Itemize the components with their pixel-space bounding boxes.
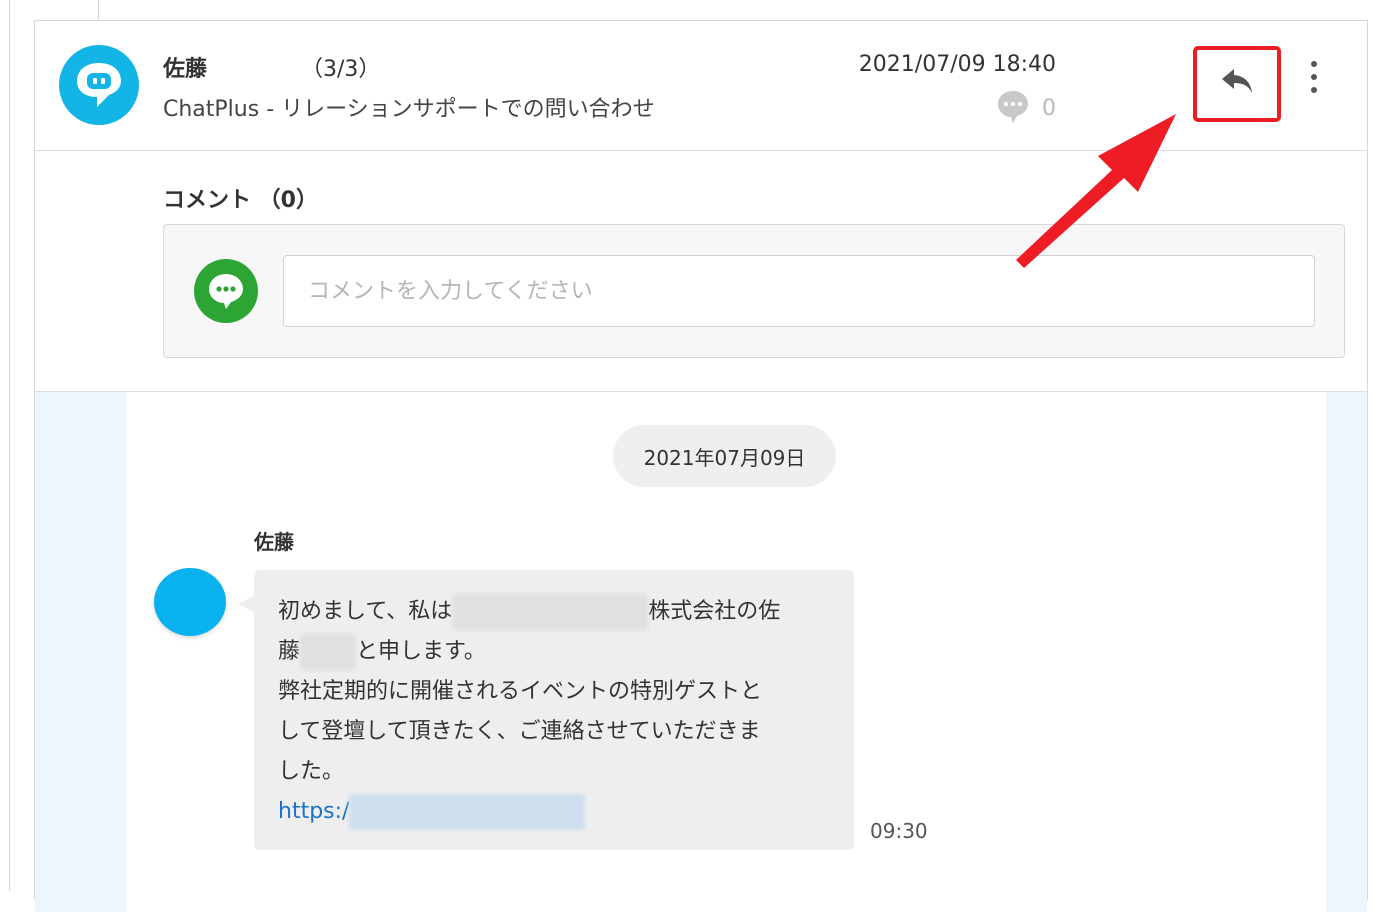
chat-area: 2021年07月09日 佐藤 初めまして、私は 株式会社の佐 藤 と申します。 弊社… xyxy=(35,392,1367,912)
message-line3: 弊社定期的に開催されるイベントの特別ゲストと xyxy=(278,679,763,704)
chatplus-logo-icon xyxy=(59,45,139,125)
more-vertical-icon[interactable] xyxy=(1303,61,1325,93)
chat-ellipsis-icon xyxy=(194,259,258,323)
redacted-url xyxy=(349,794,586,830)
conversation-card: 佐藤 （3/3） ChatPlus - リレーションサポートでの問い合わせ 20… xyxy=(34,20,1368,912)
reply-highlight-box xyxy=(1193,46,1281,122)
message-sender: 佐藤 xyxy=(254,530,294,554)
message-count: （3/3） xyxy=(301,57,381,82)
sender-name: 佐藤 xyxy=(163,57,208,82)
message-time: 09:30 xyxy=(870,819,928,843)
comment-title: コメント （0） xyxy=(163,188,318,213)
comment-input[interactable] xyxy=(283,255,1315,327)
conversation-datetime: 2021/07/09 18:40 xyxy=(858,52,1056,77)
comment-section: コメント （0） xyxy=(35,150,1367,392)
message-link[interactable]: https:/ xyxy=(278,799,349,824)
conversation-subject: ChatPlus - リレーションサポートでの問い合わせ xyxy=(163,97,655,122)
bubble-tail xyxy=(238,596,254,612)
message-line4: して登壇して頂きたく、ご連絡させていただきま xyxy=(278,719,761,744)
chat-thread: 2021年07月09日 佐藤 初めまして、私は 株式会社の佐 藤 と申します。 弊社… xyxy=(126,392,1326,912)
message-line1-a: 初めまして、私は xyxy=(278,599,453,624)
message-line2-a: 藤 xyxy=(278,639,301,664)
message-line5: した。 xyxy=(278,759,345,784)
conversation-header[interactable]: 佐藤 （3/3） ChatPlus - リレーションサポートでの問い合わせ 20… xyxy=(35,21,1367,151)
top-divider xyxy=(98,0,99,20)
message-line2-b: と申します。 xyxy=(356,639,486,664)
comment-box xyxy=(163,224,1345,358)
redacted-name xyxy=(300,634,357,670)
comment-bubble-icon xyxy=(996,89,1030,127)
avatar xyxy=(154,568,226,636)
date-separator: 2021年07月09日 xyxy=(613,425,836,487)
left-divider xyxy=(9,0,10,891)
comment-count: 0 xyxy=(1042,95,1056,121)
message-line1-b: 株式会社の佐 xyxy=(648,599,781,624)
comment-count-indicator: 0 xyxy=(996,89,1056,127)
message-bubble: 初めまして、私は 株式会社の佐 藤 と申します。 弊社定期的に開催されるイベントの特… xyxy=(254,570,854,850)
redacted-company xyxy=(452,594,649,630)
